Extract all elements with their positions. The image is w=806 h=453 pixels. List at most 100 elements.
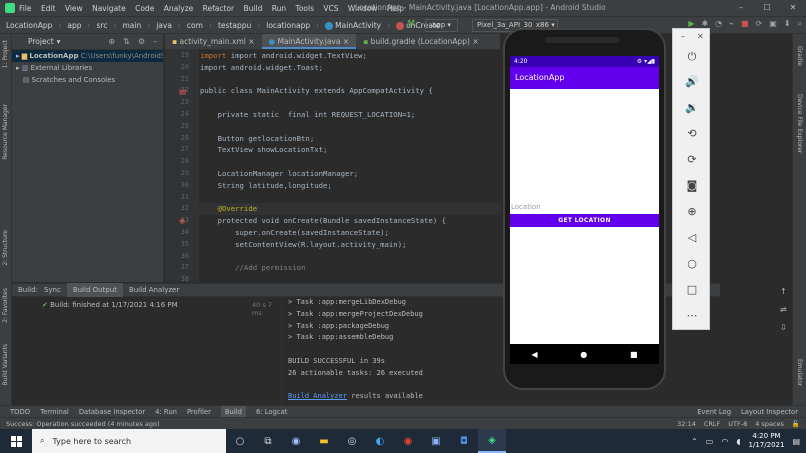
windows-start-icon[interactable] xyxy=(0,429,32,453)
back-icon[interactable]: ◀ xyxy=(531,350,537,359)
zoom-icon[interactable]: ⊕ xyxy=(684,204,700,220)
tab-activity-main-xml[interactable]: ▪ activity_main.xml × xyxy=(165,34,262,49)
favorites-tool-button[interactable]: 2: Favorites xyxy=(2,288,9,323)
overview-icon[interactable]: □ xyxy=(684,282,700,298)
menu-build[interactable]: Build xyxy=(244,4,263,13)
search-icon[interactable]: ⌕ xyxy=(798,19,802,29)
menu-vcs[interactable]: VCS xyxy=(323,4,338,13)
back-icon[interactable]: ◁ xyxy=(684,230,700,246)
breadcrumb-app[interactable]: app xyxy=(67,21,81,30)
get-location-button[interactable]: GET LOCATION xyxy=(510,214,659,227)
menu-edit[interactable]: Edit xyxy=(41,4,56,13)
volume-icon[interactable]: ◖ xyxy=(736,437,740,446)
project-view-select[interactable]: Project xyxy=(28,37,54,46)
recents-icon[interactable]: ■ xyxy=(630,350,638,359)
gradle-tool-button[interactable]: Gradle xyxy=(796,46,803,66)
breadcrumb-src[interactable]: src xyxy=(97,21,108,30)
tab-build-output[interactable]: Build Output xyxy=(66,283,123,297)
camera-icon[interactable]: ◙ xyxy=(684,178,700,194)
logcat-tool-button[interactable]: 6: Logcat xyxy=(256,408,287,416)
tree-item-locationapp[interactable]: ▸ ▆ LocationApp C:\Users\funky\AndroidS xyxy=(12,50,163,62)
menu-tools[interactable]: Tools xyxy=(296,4,314,13)
project-tool-button[interactable]: 1: Project xyxy=(2,40,9,68)
home-icon[interactable]: ● xyxy=(580,350,587,359)
wifi-icon[interactable]: ◠ xyxy=(721,437,728,446)
breadcrumb-com[interactable]: com xyxy=(187,21,203,30)
run-tool-button[interactable]: 4: Run xyxy=(155,408,177,416)
task-view-icon[interactable]: ⧉ xyxy=(254,429,282,453)
gear-icon[interactable]: ⚙ xyxy=(138,37,145,46)
app-icon-2[interactable]: ◎ xyxy=(338,429,366,453)
menu-analyze[interactable]: Analyze xyxy=(164,4,194,13)
file-explorer-icon[interactable]: ▬ xyxy=(310,429,338,453)
sdk-manager-icon[interactable]: ⬇ xyxy=(784,19,791,29)
build-analyzer-link[interactable]: Build Analyzer xyxy=(288,392,347,400)
home-icon[interactable]: ○ xyxy=(684,256,700,272)
breadcrumb-project[interactable]: LocationApp xyxy=(6,21,52,30)
locate-icon[interactable]: ⊕ xyxy=(108,37,115,46)
profile-icon[interactable]: ◔ xyxy=(715,19,722,29)
build-tree-row[interactable]: ✔ Build: finished at 1/17/2021 4:16 PM xyxy=(42,301,178,309)
breadcrumb-java[interactable]: java xyxy=(156,21,172,30)
minimize-icon[interactable]: – xyxy=(728,0,754,16)
build-tool-button[interactable]: Build xyxy=(220,405,246,418)
terminal-tool-button[interactable]: Terminal xyxy=(40,408,69,416)
scroll-up-icon[interactable]: ↑ xyxy=(780,287,787,296)
menu-navigate[interactable]: Navigate xyxy=(92,4,126,13)
close-icon[interactable]: ✕ xyxy=(780,0,806,16)
tree-item-external-libraries[interactable]: ▸ ▥ External Libraries xyxy=(12,62,163,74)
close-tab-icon[interactable]: × xyxy=(472,37,478,46)
chevron-up-icon[interactable]: ⌃ xyxy=(691,437,698,446)
tree-item-scratches[interactable]: ▤ Scratches and Consoles xyxy=(12,74,163,86)
volume-down-icon[interactable]: 🔉 xyxy=(684,100,700,116)
menu-file[interactable]: File xyxy=(19,4,32,13)
rotate-right-icon[interactable]: ⟳ xyxy=(684,152,700,168)
structure-tool-button[interactable]: 2: Structure xyxy=(2,230,9,266)
breadcrumb-locationapp[interactable]: locationapp xyxy=(266,21,310,30)
menu-view[interactable]: View xyxy=(65,4,83,13)
emulator-screen[interactable] xyxy=(510,56,659,344)
attach-debugger-icon[interactable]: ⌁ xyxy=(729,19,734,29)
more-icon[interactable]: ⋯ xyxy=(684,308,700,324)
override-gutter-icon[interactable]: ◉ xyxy=(179,217,185,225)
notifications-icon[interactable]: ▤ xyxy=(792,437,800,446)
taskbar-search-box[interactable]: ⌕ Type here to search xyxy=(32,429,226,453)
database-inspector-tool-button[interactable]: Database Inspector xyxy=(79,408,145,416)
build-variants-tool-button[interactable]: Build Variants xyxy=(2,344,9,385)
close-emulator-icon[interactable]: ✕ xyxy=(697,32,704,41)
avd-manager-icon[interactable]: ▣ xyxy=(769,19,777,29)
code-editor[interactable]: import import android.widget.TextView; i… xyxy=(199,50,501,282)
profiler-tool-button[interactable]: Profiler xyxy=(187,408,211,416)
breadcrumb-main[interactable]: main xyxy=(122,21,141,30)
android-studio-taskbar-icon[interactable]: ◈ xyxy=(478,429,506,453)
run-config-select[interactable]: app ▾ xyxy=(425,19,458,32)
menu-run[interactable]: Run xyxy=(272,4,286,13)
chevron-down-icon[interactable]: ▾ xyxy=(57,37,61,46)
minimize-emulator-icon[interactable]: – xyxy=(681,32,685,41)
power-icon[interactable]: ⏻ xyxy=(684,49,700,65)
volume-up-icon[interactable]: 🔊 xyxy=(684,74,700,90)
menu-code[interactable]: Code xyxy=(135,4,154,13)
breadcrumb-testappu[interactable]: testappu xyxy=(218,21,251,30)
close-tab-icon[interactable]: × xyxy=(248,37,254,46)
network-icon[interactable]: ▭ xyxy=(706,437,714,446)
resource-manager-tool-button[interactable]: Resource Manager xyxy=(2,104,9,160)
hide-icon[interactable]: – xyxy=(153,37,157,46)
cortana-icon[interactable]: ○ xyxy=(226,429,254,453)
rotate-left-icon[interactable]: ⟲ xyxy=(684,126,700,142)
run-gutter-icon[interactable]: ▤ xyxy=(179,87,187,96)
breadcrumb-mainactivity[interactable]: MainActivity xyxy=(325,21,381,30)
stop-icon[interactable]: ■ xyxy=(741,19,749,29)
build-output-console[interactable]: > Task :app:mergeLibDexDebug > Task :app… xyxy=(283,297,503,405)
close-tab-icon[interactable]: × xyxy=(343,37,349,46)
scroll-to-end-icon[interactable]: ⇩ xyxy=(780,323,787,332)
edge-icon[interactable]: ◐ xyxy=(366,429,394,453)
soft-wrap-icon[interactable]: ⇌ xyxy=(780,305,787,314)
app-icon-3[interactable]: ▣ xyxy=(422,429,450,453)
tab-build-gradle[interactable]: ▪ build.gradle (LocationApp) × xyxy=(356,34,486,49)
maximize-icon[interactable]: ☐ xyxy=(754,0,780,16)
status-message[interactable]: Success: Operation succeeded (4 minutes … xyxy=(6,420,160,428)
collapse-all-icon[interactable]: ⇅ xyxy=(123,37,130,46)
hammer-build-icon[interactable]: ⚒ xyxy=(407,19,415,29)
sync-icon[interactable]: ⟳ xyxy=(756,19,763,29)
